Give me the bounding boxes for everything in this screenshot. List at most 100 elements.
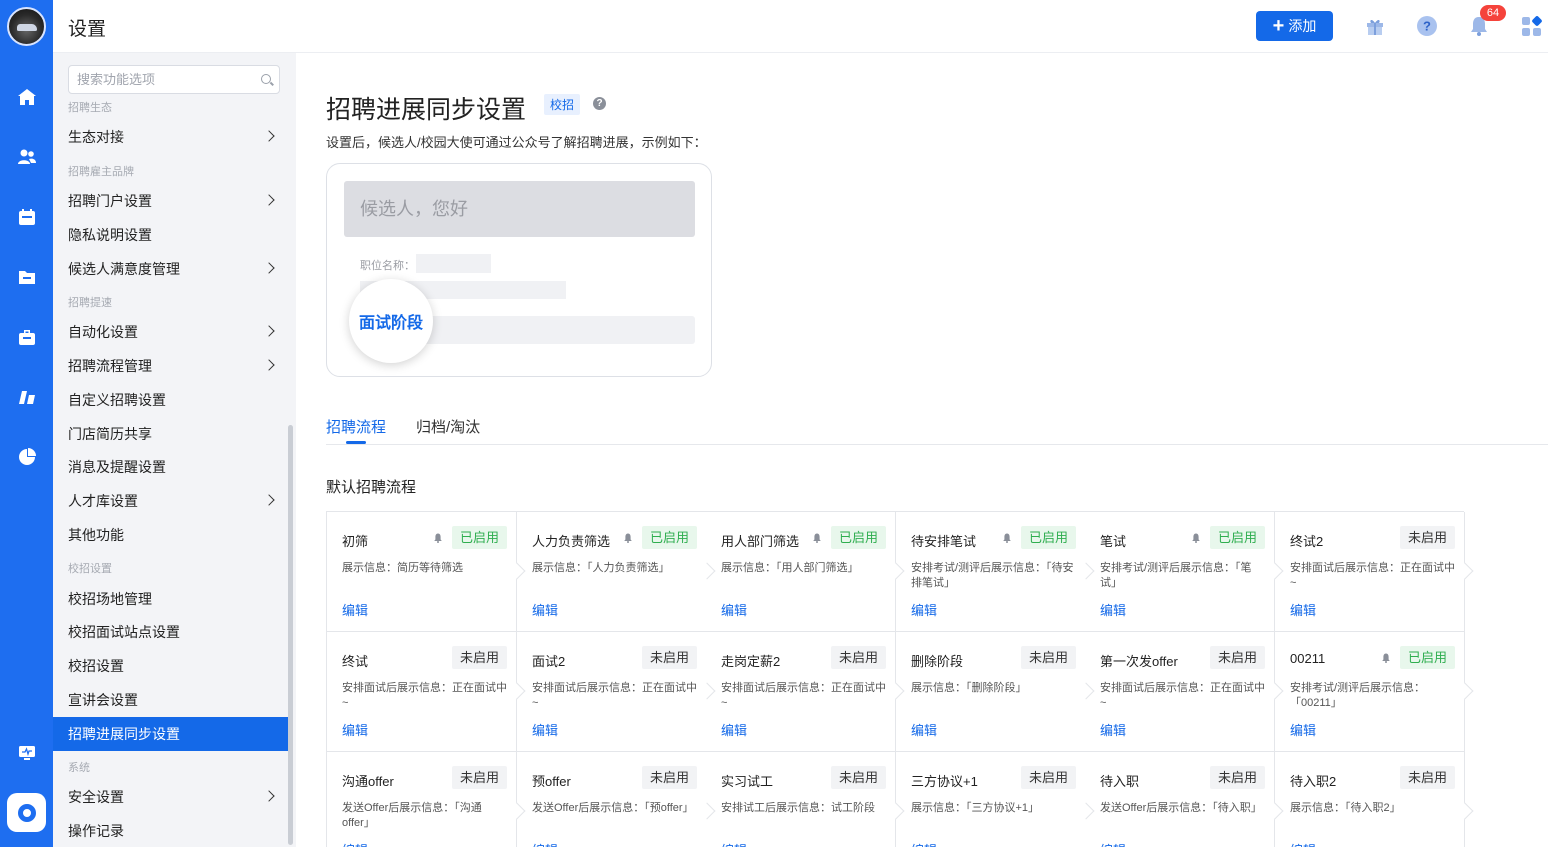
edit-link[interactable]: 编辑: [721, 720, 747, 739]
stage-name: 终试2: [1290, 534, 1324, 549]
edit-link[interactable]: 编辑: [721, 840, 747, 847]
edit-link[interactable]: 编辑: [1290, 600, 1316, 619]
status-badge[interactable]: 已启用: [1020, 526, 1076, 549]
edit-link[interactable]: 编辑: [532, 600, 558, 619]
sidebar-item-sync[interactable]: 招聘进展同步设置: [53, 717, 289, 751]
edit-link[interactable]: 编辑: [911, 720, 937, 739]
status-badge[interactable]: 已启用: [641, 526, 697, 549]
sidebar-item-campus-site[interactable]: 校招面试站点设置: [53, 615, 289, 649]
bell-icon: [1382, 653, 1390, 663]
edit-link[interactable]: 编辑: [911, 600, 937, 619]
top-header: 设置 + 添加 ? 64: [53, 0, 1548, 53]
status-badge[interactable]: 未启用: [1209, 766, 1265, 789]
status-badge[interactable]: 未启用: [1209, 646, 1265, 669]
stage-card: 实习试工 未启用安排试工后展示信息：试工阶段编辑: [706, 752, 905, 847]
folder-icon[interactable]: [16, 266, 38, 288]
status-badge[interactable]: 已启用: [830, 526, 886, 549]
sidebar-item-seminar[interactable]: 宣讲会设置: [53, 683, 289, 717]
stage-name: 用人部门筛选: [721, 534, 800, 549]
status-badge[interactable]: 未启用: [1399, 766, 1455, 789]
sidebar-item-label: 校招场地管理: [68, 591, 152, 607]
stage-name: 待入职: [1100, 774, 1140, 789]
company-logo[interactable]: [7, 7, 46, 46]
stage-info: 安排试工后展示信息：试工阶段: [721, 802, 875, 814]
sidebar-item-store-share[interactable]: 门店简历共享: [53, 417, 289, 451]
sidebar-item-privacy[interactable]: 隐私说明设置: [53, 218, 289, 252]
edit-link[interactable]: 编辑: [342, 600, 368, 619]
edit-link[interactable]: 编辑: [1290, 840, 1316, 847]
add-button[interactable]: + 添加: [1256, 11, 1333, 41]
monitor-icon[interactable]: [16, 742, 38, 764]
stage-info: 展示信息：「删除阶段」: [911, 682, 1027, 694]
gift-icon[interactable]: [1363, 14, 1387, 38]
sidebar-scrollbar[interactable]: [288, 425, 293, 845]
edit-link[interactable]: 编辑: [1100, 600, 1126, 619]
app-rail: [0, 0, 53, 847]
edit-link[interactable]: 编辑: [532, 840, 558, 847]
stage-card: 待安排笔试 已启用 安排考试/测评后展示信息：「待安排笔试」 编辑: [896, 512, 1095, 632]
sidebar-item-eco-connect[interactable]: 生态对接: [53, 120, 289, 154]
stage-card: 走岗定薪2 未启用 安排面试后展示信息：正在面试中~ 编辑: [706, 632, 905, 752]
help-icon[interactable]: ?: [1415, 14, 1439, 38]
sidebar-item-automation[interactable]: 自动化设置: [53, 315, 289, 349]
edit-link[interactable]: 编辑: [721, 600, 747, 619]
edit-link[interactable]: 编辑: [911, 840, 937, 847]
tab-recruit-process[interactable]: 招聘流程: [326, 416, 386, 437]
search-input[interactable]: 搜索功能选项: [68, 65, 280, 94]
status-badge[interactable]: 未启用: [451, 766, 507, 789]
tab-archive[interactable]: 归档/淘汰: [416, 416, 480, 437]
sidebar-item-other[interactable]: 其他功能: [53, 518, 289, 552]
sidebar-item-notify[interactable]: 消息及提醒设置: [53, 450, 289, 484]
status-badge[interactable]: 未启用: [641, 646, 697, 669]
sidebar-item-portal[interactable]: 招聘门户设置: [53, 184, 289, 218]
notification-badge: 64: [1480, 5, 1506, 21]
workspace-button[interactable]: [7, 793, 46, 832]
status-badge[interactable]: 已启用: [1209, 526, 1265, 549]
stage-info: 安排考试/测评后展示信息：「00211」: [1290, 682, 1426, 709]
status-badge[interactable]: 未启用: [830, 646, 886, 669]
apps-grid-icon[interactable]: [1519, 14, 1543, 38]
status-badge[interactable]: 未启用: [830, 766, 886, 789]
sidebar-item-campus-venue[interactable]: 校招场地管理: [53, 582, 289, 616]
sidebar-item-label: 自定义招聘设置: [68, 392, 166, 408]
status-badge[interactable]: 未启用: [451, 646, 507, 669]
question-icon[interactable]: ?: [593, 97, 606, 110]
status-badge[interactable]: 已启用: [451, 526, 507, 549]
edit-link[interactable]: 编辑: [342, 840, 368, 847]
sidebar-item-security[interactable]: 安全设置: [53, 780, 289, 814]
stage-name: 第一次发offer: [1100, 654, 1178, 669]
status-badge[interactable]: 已启用: [1399, 646, 1455, 669]
edit-link[interactable]: 编辑: [342, 720, 368, 739]
stage-grid: 初筛 已启用 展示信息：简历等待筛选 编辑 人力负责筛选 已启用 展示信息：「人力负责筛选」…: [326, 511, 1474, 847]
sidebar-item-talent[interactable]: 人才库设置: [53, 484, 289, 518]
status-badge[interactable]: 未启用: [1399, 526, 1455, 549]
group-label: 招聘雇主品牌: [68, 166, 134, 178]
sidebar-item-satisfaction[interactable]: 候选人满意度管理: [53, 252, 289, 286]
edit-link[interactable]: 编辑: [1290, 720, 1316, 739]
stage-info: 安排考试/测评后展示信息：「笔试」: [1100, 562, 1252, 589]
edit-link[interactable]: 编辑: [1100, 840, 1126, 847]
calendar-icon[interactable]: [16, 206, 38, 228]
stage-card: 人力负责筛选 已启用 展示信息：「人力负责筛选」 编辑: [517, 512, 716, 632]
add-button-label: 添加: [1288, 18, 1317, 34]
edit-link[interactable]: 编辑: [1100, 720, 1126, 739]
sidebar-item-oplog[interactable]: 操作记录: [53, 814, 289, 847]
flow-arrow: [1456, 562, 1474, 580]
stage-info: 展示信息：「用人部门筛选」: [721, 562, 859, 574]
sidebar-item-campus-settings[interactable]: 校招设置: [53, 649, 289, 683]
status-badge[interactable]: 未启用: [1020, 646, 1076, 669]
sidebar-item-process[interactable]: 招聘流程管理: [53, 349, 289, 383]
sidebar-item-custom[interactable]: 自定义招聘设置: [53, 383, 289, 417]
page-description: 设置后，候选人/校园大使可通过公众号了解招聘进展，示例如下：: [326, 135, 707, 150]
sidebar-item-label: 自动化设置: [68, 324, 138, 340]
stage-info: 展示信息：「人力负责筛选」: [532, 562, 670, 574]
stage-name: 面试2: [532, 654, 566, 669]
briefcase-icon[interactable]: [16, 326, 38, 348]
pie-chart-icon[interactable]: [16, 446, 38, 468]
report-icon[interactable]: [16, 386, 38, 408]
people-icon[interactable]: [16, 146, 38, 168]
home-icon[interactable]: [16, 86, 38, 108]
edit-link[interactable]: 编辑: [532, 720, 558, 739]
status-badge[interactable]: 未启用: [641, 766, 697, 789]
status-badge[interactable]: 未启用: [1020, 766, 1076, 789]
